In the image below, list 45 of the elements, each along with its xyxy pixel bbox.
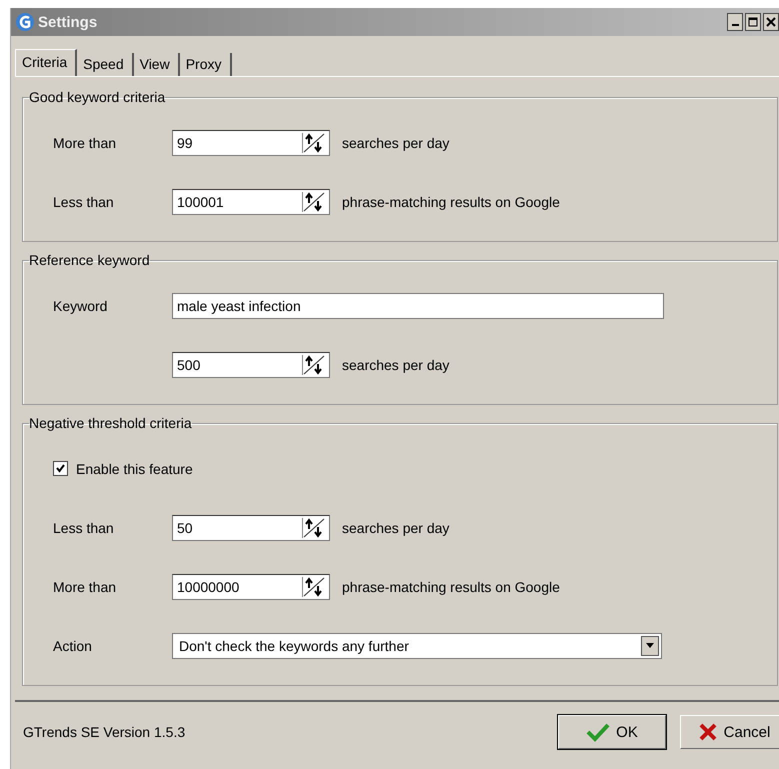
minimize-button[interactable] (727, 13, 743, 31)
close-icon (766, 17, 776, 27)
number-field[interactable]: 50 (172, 514, 330, 540)
keyword-field[interactable]: male yeast infection (172, 292, 664, 318)
unit-label: searches per day (342, 520, 450, 536)
maximize-icon (748, 17, 758, 27)
checkmark-icon (586, 722, 610, 742)
cancel-button[interactable]: Cancel (680, 715, 779, 749)
cross-icon (698, 722, 718, 742)
window-title: Settings (38, 14, 98, 30)
checkbox-label: Enable this feature (76, 460, 193, 476)
field-label: Keyword (53, 298, 108, 314)
tab[interactable]: View (134, 53, 180, 76)
field-label: Less than (53, 520, 114, 536)
number-field[interactable]: 10000000 (172, 574, 330, 600)
group-title: Good keyword criteria (29, 89, 166, 105)
unit-label: phrase-matching results on Google (342, 194, 560, 210)
group-title: Negative threshold criteria (29, 415, 192, 431)
field-label: Action (53, 638, 92, 654)
spin-arrows-icon[interactable] (302, 518, 325, 538)
minimize-icon (732, 24, 738, 26)
group-title: Reference keyword (29, 252, 150, 268)
tab[interactable]: Criteria (15, 49, 78, 76)
field-label: More than (53, 134, 116, 150)
maximize-button[interactable] (745, 13, 761, 31)
tab[interactable]: Speed (77, 53, 134, 76)
field-label: Less than (53, 194, 114, 210)
action-dropdown[interactable]: Don't check the keywords any further (172, 632, 662, 658)
unit-label: searches per day (342, 134, 450, 150)
field-label: More than (53, 578, 116, 594)
close-button[interactable] (763, 13, 779, 31)
number-field[interactable]: 100001 (172, 188, 330, 214)
tab[interactable]: Proxy (180, 53, 232, 76)
version-text: GTrends SE Version 1.5.3 (23, 724, 186, 740)
app-logo-icon (15, 12, 35, 32)
checkbox[interactable] (53, 461, 68, 476)
unit-label: phrase-matching results on Google (342, 578, 560, 594)
number-field[interactable]: 99 (172, 130, 330, 156)
spin-arrows-icon[interactable] (302, 576, 325, 596)
spin-arrows-icon[interactable] (302, 192, 325, 212)
spin-arrows-icon[interactable] (302, 132, 325, 152)
spin-arrows-icon[interactable] (302, 354, 325, 374)
unit-label: searches per day (342, 356, 450, 372)
number-field[interactable]: 500 (172, 352, 330, 378)
ok-button[interactable]: OK (558, 715, 666, 749)
